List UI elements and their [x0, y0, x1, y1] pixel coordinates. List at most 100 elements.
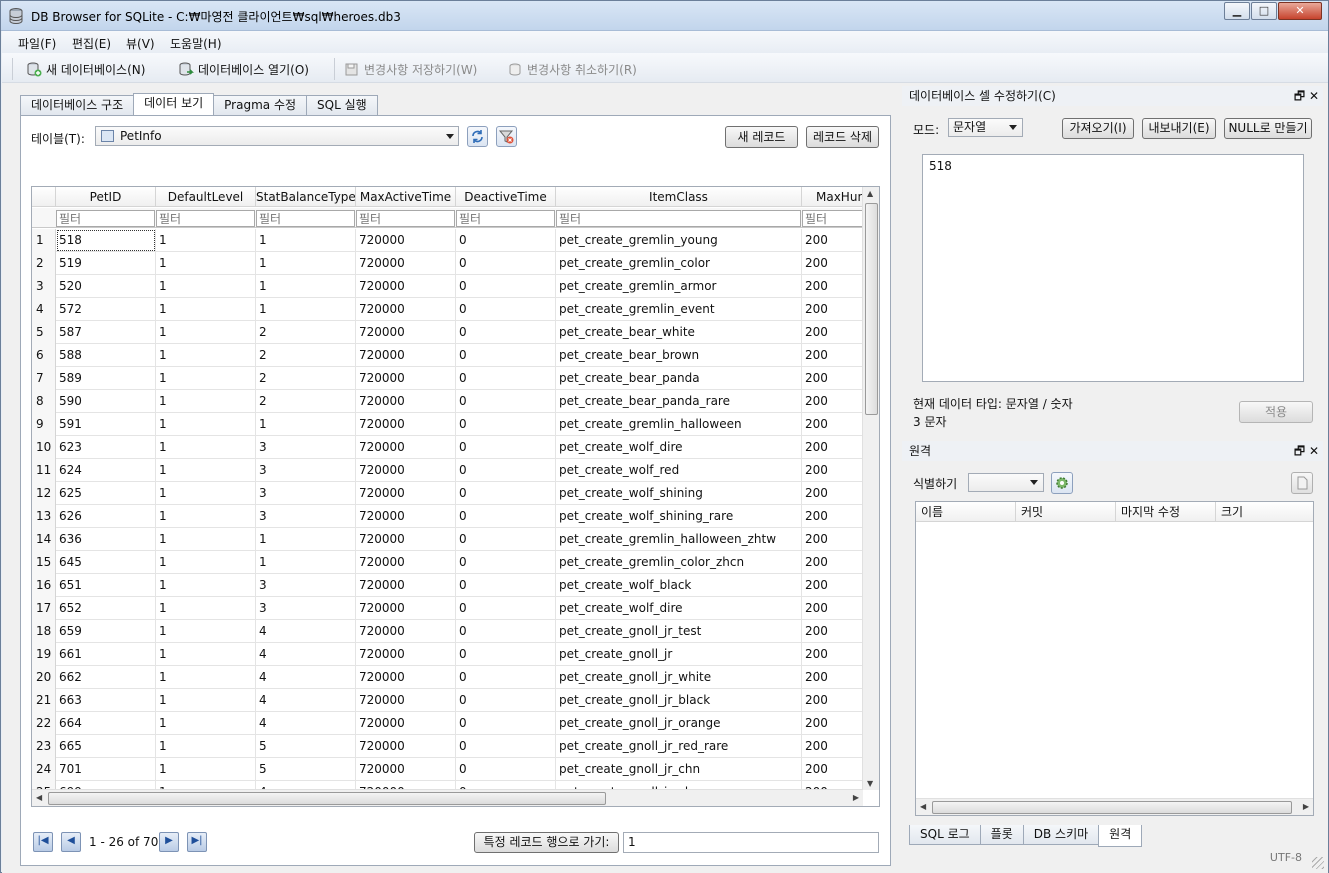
menu-view[interactable]: 뷰(V)	[126, 35, 155, 52]
cell-defaultlevel[interactable]: 1	[156, 620, 256, 643]
cell-petid[interactable]: 591	[56, 413, 156, 436]
cell-petid[interactable]: 520	[56, 275, 156, 298]
cell-maxhunger[interactable]: 200	[802, 597, 863, 620]
cell-defaultlevel[interactable]: 1	[156, 298, 256, 321]
cell-petid[interactable]: 625	[56, 482, 156, 505]
row-number-cell[interactable]: 14	[32, 528, 56, 551]
filter-input-defaultlevel[interactable]	[156, 210, 255, 227]
cell-itemclass[interactable]: pet_create_wolf_red	[556, 459, 802, 482]
menu-file[interactable]: 파일(F)	[18, 35, 56, 52]
cell-petid[interactable]: 665	[56, 735, 156, 758]
cell-deactivetime[interactable]: 0	[456, 413, 556, 436]
table-row[interactable]: 9 591 1 1 720000 0 pet_create_gremlin_hallowee…	[32, 413, 863, 436]
cell-statbalancetype[interactable]: 2	[256, 321, 356, 344]
cell-itemclass[interactable]: pet_create_gremlin_color	[556, 252, 802, 275]
row-number-cell[interactable]: 1	[32, 229, 56, 252]
cell-defaultlevel[interactable]: 1	[156, 367, 256, 390]
cell-defaultlevel[interactable]: 1	[156, 344, 256, 367]
goto-record-input[interactable]: 1	[623, 832, 879, 853]
cell-maxhunger[interactable]: 200	[802, 735, 863, 758]
cell-itemclass[interactable]: pet_create_wolf_black	[556, 574, 802, 597]
cell-statbalancetype[interactable]: 5	[256, 758, 356, 781]
table-row[interactable]: 17 652 1 3 720000 0 pet_create_wolf_dire 200	[32, 597, 863, 620]
new-database-button[interactable]: 새 데이터베이스(N)	[26, 59, 145, 79]
scroll-right-icon[interactable]: ▶	[853, 793, 859, 802]
cell-defaultlevel[interactable]: 1	[156, 528, 256, 551]
row-number-cell[interactable]: 12	[32, 482, 56, 505]
table-row[interactable]: 21 663 1 4 720000 0 pet_create_gnoll_jr_black 2…	[32, 689, 863, 712]
cell-statbalancetype[interactable]: 3	[256, 597, 356, 620]
cell-maxhunger[interactable]: 200	[802, 298, 863, 321]
cell-petid[interactable]: 664	[56, 712, 156, 735]
cell-itemclass[interactable]: pet_create_bear_panda_rare	[556, 390, 802, 413]
cell-maxactivetime[interactable]: 720000	[356, 689, 456, 712]
cell-deactivetime[interactable]: 0	[456, 597, 556, 620]
cell-statbalancetype[interactable]: 1	[256, 298, 356, 321]
cell-maxhunger[interactable]: 200	[802, 459, 863, 482]
cell-petid[interactable]: 662	[56, 666, 156, 689]
row-number-cell[interactable]: 11	[32, 459, 56, 482]
cell-maxactivetime[interactable]: 720000	[356, 413, 456, 436]
open-database-button[interactable]: 데이터베이스 열기(O)	[178, 59, 309, 79]
tab-sql-log[interactable]: SQL 로그	[909, 825, 981, 845]
cell-defaultlevel[interactable]: 1	[156, 735, 256, 758]
cell-itemclass[interactable]: pet_create_gremlin_halloween	[556, 413, 802, 436]
column-header-deactivetime[interactable]: DeactiveTime	[456, 187, 556, 207]
remote-column-last-modified[interactable]: 마지막 수정	[1116, 502, 1216, 522]
filter-input-deactivetime[interactable]	[456, 210, 555, 227]
tab-execute-sql[interactable]: SQL 실행	[306, 95, 378, 115]
row-number-cell[interactable]: 9	[32, 413, 56, 436]
scroll-right-icon[interactable]: ▶	[1303, 802, 1309, 811]
cell-petid[interactable]: 624	[56, 459, 156, 482]
cell-defaultlevel[interactable]: 1	[156, 459, 256, 482]
cell-statbalancetype[interactable]: 1	[256, 413, 356, 436]
cell-statbalancetype[interactable]: 4	[256, 689, 356, 712]
cell-statbalancetype[interactable]: 1	[256, 275, 356, 298]
cell-deactivetime[interactable]: 0	[456, 666, 556, 689]
set-null-button[interactable]: NULL로 만들기	[1224, 118, 1312, 139]
row-number-cell[interactable]: 18	[32, 620, 56, 643]
scroll-left-icon[interactable]: ◀	[920, 802, 926, 811]
goto-record-button[interactable]: 특정 레코드 행으로 가기:	[474, 832, 619, 853]
horizontal-scroll-thumb[interactable]	[48, 792, 606, 805]
cell-maxactivetime[interactable]: 720000	[356, 390, 456, 413]
remote-column-name[interactable]: 이름	[916, 502, 1016, 522]
cell-maxhunger[interactable]: 200	[802, 482, 863, 505]
table-row[interactable]: 2 519 1 1 720000 0 pet_create_gremlin_color 200	[32, 252, 863, 275]
cell-deactivetime[interactable]: 0	[456, 390, 556, 413]
cell-maxactivetime[interactable]: 720000	[356, 229, 456, 252]
cell-petid[interactable]: 589	[56, 367, 156, 390]
cell-itemclass[interactable]: pet_create_bear_panda	[556, 367, 802, 390]
dock-float-close-icons[interactable]: 🗗 ✕	[1294, 441, 1319, 461]
last-page-button[interactable]: ▶|	[187, 832, 207, 852]
cell-deactivetime[interactable]: 0	[456, 758, 556, 781]
cell-deactivetime[interactable]: 0	[456, 712, 556, 735]
row-number-cell[interactable]: 22	[32, 712, 56, 735]
cell-defaultlevel[interactable]: 1	[156, 551, 256, 574]
tab-plot[interactable]: 플롯	[979, 825, 1024, 845]
cell-petid[interactable]: 661	[56, 643, 156, 666]
vertical-scrollbar[interactable]: ▲ ▼	[862, 187, 879, 790]
cell-petid[interactable]: 663	[56, 689, 156, 712]
cell-petid[interactable]: 623	[56, 436, 156, 459]
table-row[interactable]: 1 518 1 1 720000 0 pet_create_gremlin_young 200	[32, 229, 863, 252]
cell-deactivetime[interactable]: 0	[456, 298, 556, 321]
row-number-cell[interactable]: 10	[32, 436, 56, 459]
column-header-statbalancetype[interactable]: StatBalanceType	[256, 187, 356, 207]
filter-input-petid[interactable]	[56, 210, 155, 227]
row-number-cell[interactable]: 17	[32, 597, 56, 620]
cell-petid[interactable]: 701	[56, 758, 156, 781]
scroll-up-icon[interactable]: ▲	[867, 189, 873, 198]
cell-defaultlevel[interactable]: 1	[156, 712, 256, 735]
cell-maxactivetime[interactable]: 720000	[356, 620, 456, 643]
cell-defaultlevel[interactable]: 1	[156, 321, 256, 344]
cell-itemclass[interactable]: pet_create_gremlin_halloween_zhtw	[556, 528, 802, 551]
remote-action-button[interactable]	[1291, 472, 1313, 494]
cell-defaultlevel[interactable]: 1	[156, 666, 256, 689]
table-row[interactable]: 20 662 1 4 720000 0 pet_create_gnoll_jr_white 2…	[32, 666, 863, 689]
remote-column-size[interactable]: 크기	[1216, 502, 1313, 522]
cell-maxactivetime[interactable]: 720000	[356, 436, 456, 459]
cell-itemclass[interactable]: pet_create_gnoll_jr_chn	[556, 758, 802, 781]
cell-defaultlevel[interactable]: 1	[156, 275, 256, 298]
cell-itemclass[interactable]: pet_create_gremlin_color_zhcn	[556, 551, 802, 574]
